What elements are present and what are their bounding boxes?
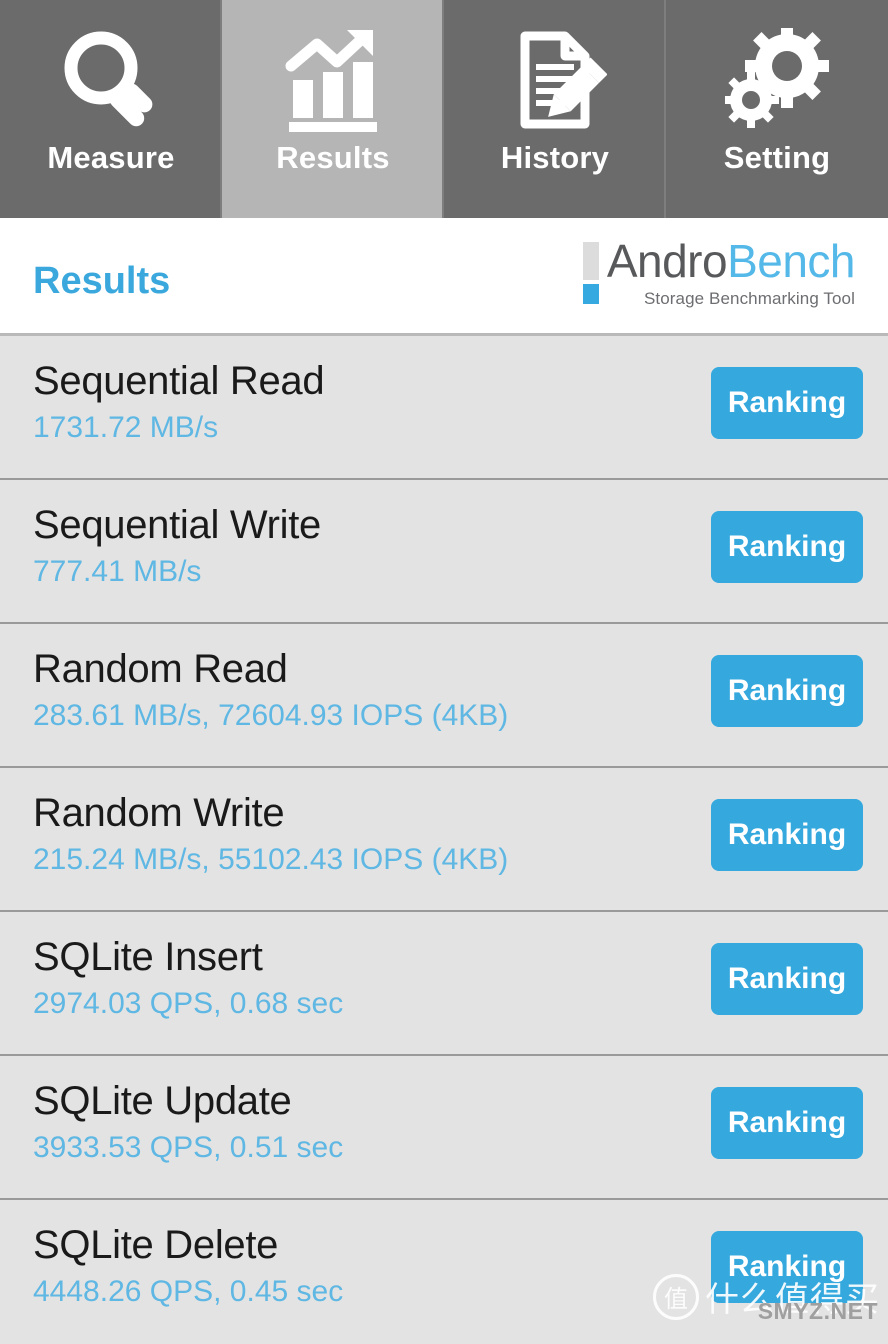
result-value: 283.61 MB/s, 72604.93 IOPS (4KB)	[33, 699, 509, 732]
result-row: SQLite Delete 4448.26 QPS, 0.45 sec Rank…	[0, 1200, 888, 1344]
ranking-button[interactable]: Ranking	[711, 367, 863, 439]
logo-bar-icon	[582, 242, 599, 304]
ranking-button[interactable]: Ranking	[711, 799, 863, 871]
gears-icon	[717, 24, 837, 136]
ranking-button[interactable]: Ranking	[711, 1231, 863, 1303]
result-row: Random Write 215.24 MB/s, 55102.43 IOPS …	[0, 768, 888, 912]
androbench-logo: AndroBench Storage Benchmarking Tool	[582, 238, 856, 309]
ranking-button[interactable]: Ranking	[711, 943, 863, 1015]
result-row: Random Read 283.61 MB/s, 72604.93 IOPS (…	[0, 624, 888, 768]
page-title: Results	[33, 260, 171, 302]
brand-name-andro: Andro	[606, 235, 728, 287]
result-title: Random Write	[33, 791, 285, 835]
top-tab-bar: Measure Results History Setting	[0, 0, 888, 218]
result-title: Sequential Read	[33, 359, 325, 403]
ranking-button[interactable]: Ranking	[711, 1087, 863, 1159]
result-value: 215.24 MB/s, 55102.43 IOPS (4KB)	[33, 843, 509, 876]
tab-history[interactable]: History	[444, 0, 666, 218]
brand-subtitle: Storage Benchmarking Tool	[643, 288, 855, 308]
result-value: 4448.26 QPS, 0.45 sec	[33, 1275, 344, 1308]
tab-measure[interactable]: Measure	[0, 0, 222, 218]
result-value: 3933.53 QPS, 0.51 sec	[33, 1131, 344, 1164]
magnifier-icon	[51, 24, 171, 136]
document-pencil-icon	[495, 24, 615, 136]
result-row: Sequential Read 1731.72 MB/s Ranking	[0, 336, 888, 480]
tab-setting-label: Setting	[723, 140, 831, 175]
result-value: 777.41 MB/s	[33, 555, 202, 588]
tab-results-label: Results	[276, 140, 390, 175]
page-header: Results AndroBench Storage Benchmarking …	[0, 218, 888, 336]
result-row: SQLite Update 3933.53 QPS, 0.51 sec Rank…	[0, 1056, 888, 1200]
result-title: Sequential Write	[33, 503, 321, 547]
ranking-button[interactable]: Ranking	[711, 655, 863, 727]
result-value: 1731.72 MB/s	[33, 411, 219, 444]
results-list: Sequential Read 1731.72 MB/s Ranking Seq…	[0, 336, 888, 1344]
tab-history-label: History	[500, 140, 610, 175]
tab-measure-label: Measure	[47, 140, 175, 175]
result-title: SQLite Insert	[33, 935, 263, 979]
brand-name: AndroBench	[607, 238, 856, 284]
result-title: Random Read	[33, 647, 288, 691]
tab-setting[interactable]: Setting	[666, 0, 888, 218]
app-root: Measure Results History Setting Results …	[0, 0, 888, 1344]
result-row: Sequential Write 777.41 MB/s Ranking	[0, 480, 888, 624]
result-row: SQLite Insert 2974.03 QPS, 0.68 sec Rank…	[0, 912, 888, 1056]
result-value: 2974.03 QPS, 0.68 sec	[33, 987, 344, 1020]
ranking-button[interactable]: Ranking	[711, 511, 863, 583]
bar-chart-arrow-icon	[273, 24, 393, 136]
result-title: SQLite Delete	[33, 1223, 279, 1267]
tab-results[interactable]: Results	[222, 0, 444, 218]
result-title: SQLite Update	[33, 1079, 292, 1123]
brand-name-bench: Bench	[727, 235, 855, 287]
